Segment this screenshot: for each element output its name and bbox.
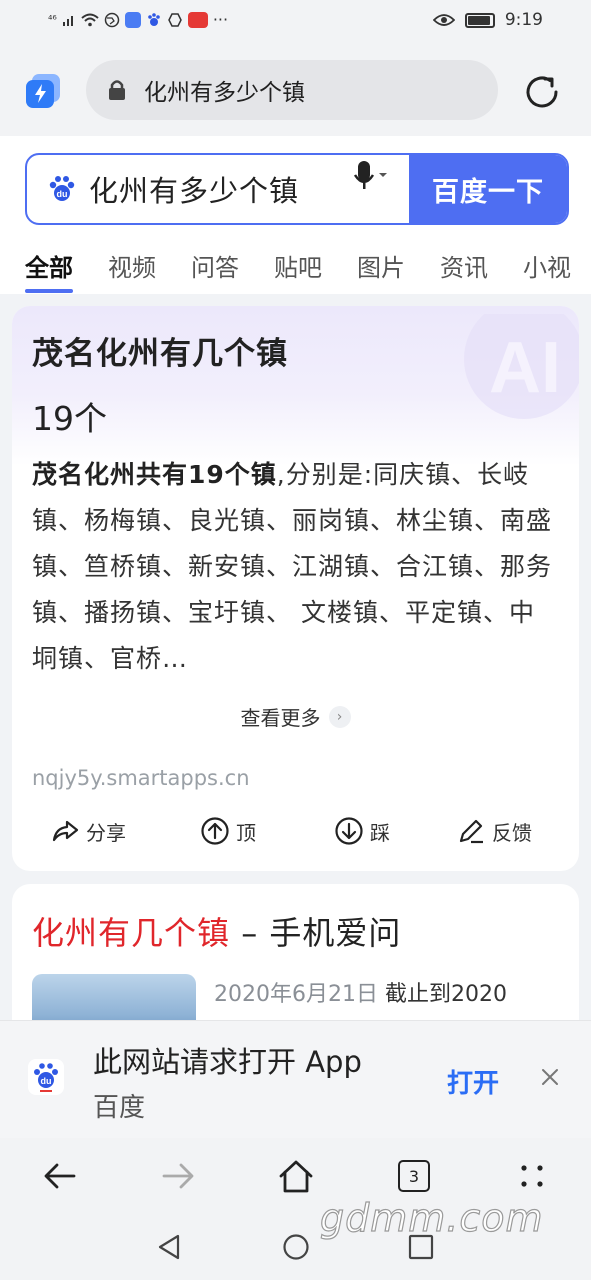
ai-answer-card[interactable]: AI 茂名化州有几个镇 19个 茂名化州共有19个镇,分别是:同庆镇、长岐镇、杨… xyxy=(12,306,579,871)
feedback-button[interactable]: 反馈 xyxy=(456,816,532,846)
open-app-banner: du 此网站请求打开 App 百度 打开 xyxy=(0,1020,591,1138)
system-home-icon[interactable] xyxy=(281,1232,311,1262)
cell-signal-icon xyxy=(62,15,73,26)
ai-card-answer: 19个 xyxy=(32,399,107,438)
status-bar: ⁴⁶ ··· 9:19 xyxy=(0,0,591,44)
hand-icon xyxy=(167,12,182,27)
arrow-left-icon xyxy=(44,1163,76,1189)
lock-icon xyxy=(109,80,125,100)
view-more-button[interactable]: 查看更多 › xyxy=(12,702,579,731)
result-title-rest: – 手机爱问 xyxy=(230,914,402,952)
share-label: 分享 xyxy=(86,820,126,845)
tabs-button[interactable]: 3 xyxy=(394,1156,434,1196)
open-app-button[interactable]: 打开 xyxy=(447,1063,499,1100)
forward-button[interactable] xyxy=(158,1156,198,1196)
tab-video[interactable]: 视频 xyxy=(108,248,156,294)
home-icon xyxy=(279,1160,313,1193)
svg-text:AI: AI xyxy=(489,328,561,408)
baidu-logo-icon: du xyxy=(49,176,75,201)
pencil-icon xyxy=(459,819,483,844)
eye-icon xyxy=(432,14,455,26)
upvote-label: 顶 xyxy=(236,820,256,845)
downvote-label: 踩 xyxy=(370,820,390,845)
signal-icon: ⁴⁶ xyxy=(48,13,57,26)
more-dots-icon xyxy=(521,1165,543,1187)
tab-count-badge: 3 xyxy=(398,1160,430,1192)
search-tabs: 全部 视频 问答 贴吧 图片 资讯 小视 xyxy=(0,248,591,294)
ai-card-body: 茂名化州共有19个镇,分别是:同庆镇、长岐镇、杨梅镇、良光镇、丽岗镇、林尘镇、南… xyxy=(32,452,557,682)
tab-short-video[interactable]: 小视 xyxy=(523,248,571,294)
search-box: du 化州有多少个镇 百度一下 xyxy=(25,153,569,225)
search-result-card[interactable]: 化州有几个镇 – 手机爱问 2020年6月21日 截止到2020 xyxy=(12,884,579,1020)
banner-subtitle: 百度 xyxy=(93,1093,146,1123)
globe-icon xyxy=(104,12,120,27)
system-back-icon[interactable] xyxy=(154,1232,184,1262)
red-app-icon xyxy=(187,11,208,28)
ai-card-body-text: ,分别是:同庆镇、长岐镇、杨梅镇、良光镇、丽岗镇、林尘镇、南盛镇、笪桥镇、新安镇… xyxy=(32,460,553,673)
search-button[interactable]: 百度一下 xyxy=(409,155,567,223)
arrow-right-icon xyxy=(162,1163,194,1189)
ai-card-title: 茂名化州有几个镇 xyxy=(32,336,288,372)
microphone-icon xyxy=(353,161,387,189)
watermark-text: gdmm.com xyxy=(319,1195,544,1240)
search-query-text: 化州有多少个镇 xyxy=(89,174,300,208)
view-more-label: 查看更多 xyxy=(240,706,321,730)
tab-news[interactable]: 资讯 xyxy=(440,248,488,294)
upvote-button[interactable]: 顶 xyxy=(200,816,256,846)
tab-tieba[interactable]: 贴吧 xyxy=(274,248,322,294)
share-button[interactable]: 分享 xyxy=(50,816,126,846)
status-right: 9:19 xyxy=(432,10,543,30)
music-app-icon xyxy=(124,11,141,28)
home-button[interactable] xyxy=(276,1156,316,1196)
browser-toolbar: 化州有多少个镇 xyxy=(0,44,591,136)
status-time: 9:19 xyxy=(504,10,543,30)
result-title-highlight: 化州有几个镇 xyxy=(32,914,231,952)
arrow-down-circle-icon xyxy=(335,817,363,845)
arrow-up-circle-icon xyxy=(201,817,229,845)
result-title[interactable]: 化州有几个镇 – 手机爱问 xyxy=(32,908,401,954)
ai-card-actions: 分享 顶 踩 反馈 xyxy=(12,816,579,856)
baidu-app-icon: du xyxy=(28,1059,64,1095)
search-header: du 化州有多少个镇 百度一下 全部 视频 问答 贴吧 图片 资讯 小视 xyxy=(0,136,591,294)
result-snippet-text: 截止到2020 xyxy=(377,982,507,1007)
status-left-icons: ⁴⁶ ··· xyxy=(48,10,228,29)
wifi-icon xyxy=(81,13,99,26)
more-status-icon: ··· xyxy=(212,10,229,29)
svg-text:du: du xyxy=(57,189,68,199)
chevron-right-icon: › xyxy=(328,705,351,728)
ai-watermark-icon: AI xyxy=(464,314,579,419)
feedback-label: 反馈 xyxy=(492,820,532,845)
voice-search-button[interactable] xyxy=(351,155,391,195)
back-button[interactable] xyxy=(40,1156,80,1196)
tab-qa[interactable]: 问答 xyxy=(191,248,239,294)
close-icon[interactable] xyxy=(540,1067,560,1087)
browser-logo-icon[interactable] xyxy=(26,74,62,108)
ai-card-body-bold: 茂名化州共有19个镇 xyxy=(32,460,277,489)
result-thumbnail[interactable] xyxy=(32,974,196,1020)
menu-button[interactable] xyxy=(512,1156,552,1196)
downvote-button[interactable]: 踩 xyxy=(334,816,390,846)
battery-icon xyxy=(464,12,495,28)
address-bar[interactable]: 化州有多少个镇 xyxy=(86,60,498,120)
tab-images[interactable]: 图片 xyxy=(357,248,405,294)
share-icon xyxy=(52,820,79,842)
result-date: 2020年6月21日 xyxy=(214,982,378,1007)
refresh-icon[interactable] xyxy=(522,72,562,112)
result-snippet: 2020年6月21日 截止到2020 xyxy=(214,976,507,1008)
search-input[interactable]: du 化州有多少个镇 xyxy=(27,155,351,223)
banner-title: 此网站请求打开 App xyxy=(93,1045,362,1079)
svg-text:du: du xyxy=(41,1076,52,1086)
web-page: du 化州有多少个镇 百度一下 全部 视频 问答 贴吧 图片 资讯 小视 AI … xyxy=(0,136,591,1020)
tab-all[interactable]: 全部 xyxy=(25,248,73,294)
address-text: 化州有多少个镇 xyxy=(144,80,305,106)
ai-card-source[interactable]: nqjy5y.smartapps.cn xyxy=(32,766,250,790)
baidu-paw-icon xyxy=(148,12,160,26)
